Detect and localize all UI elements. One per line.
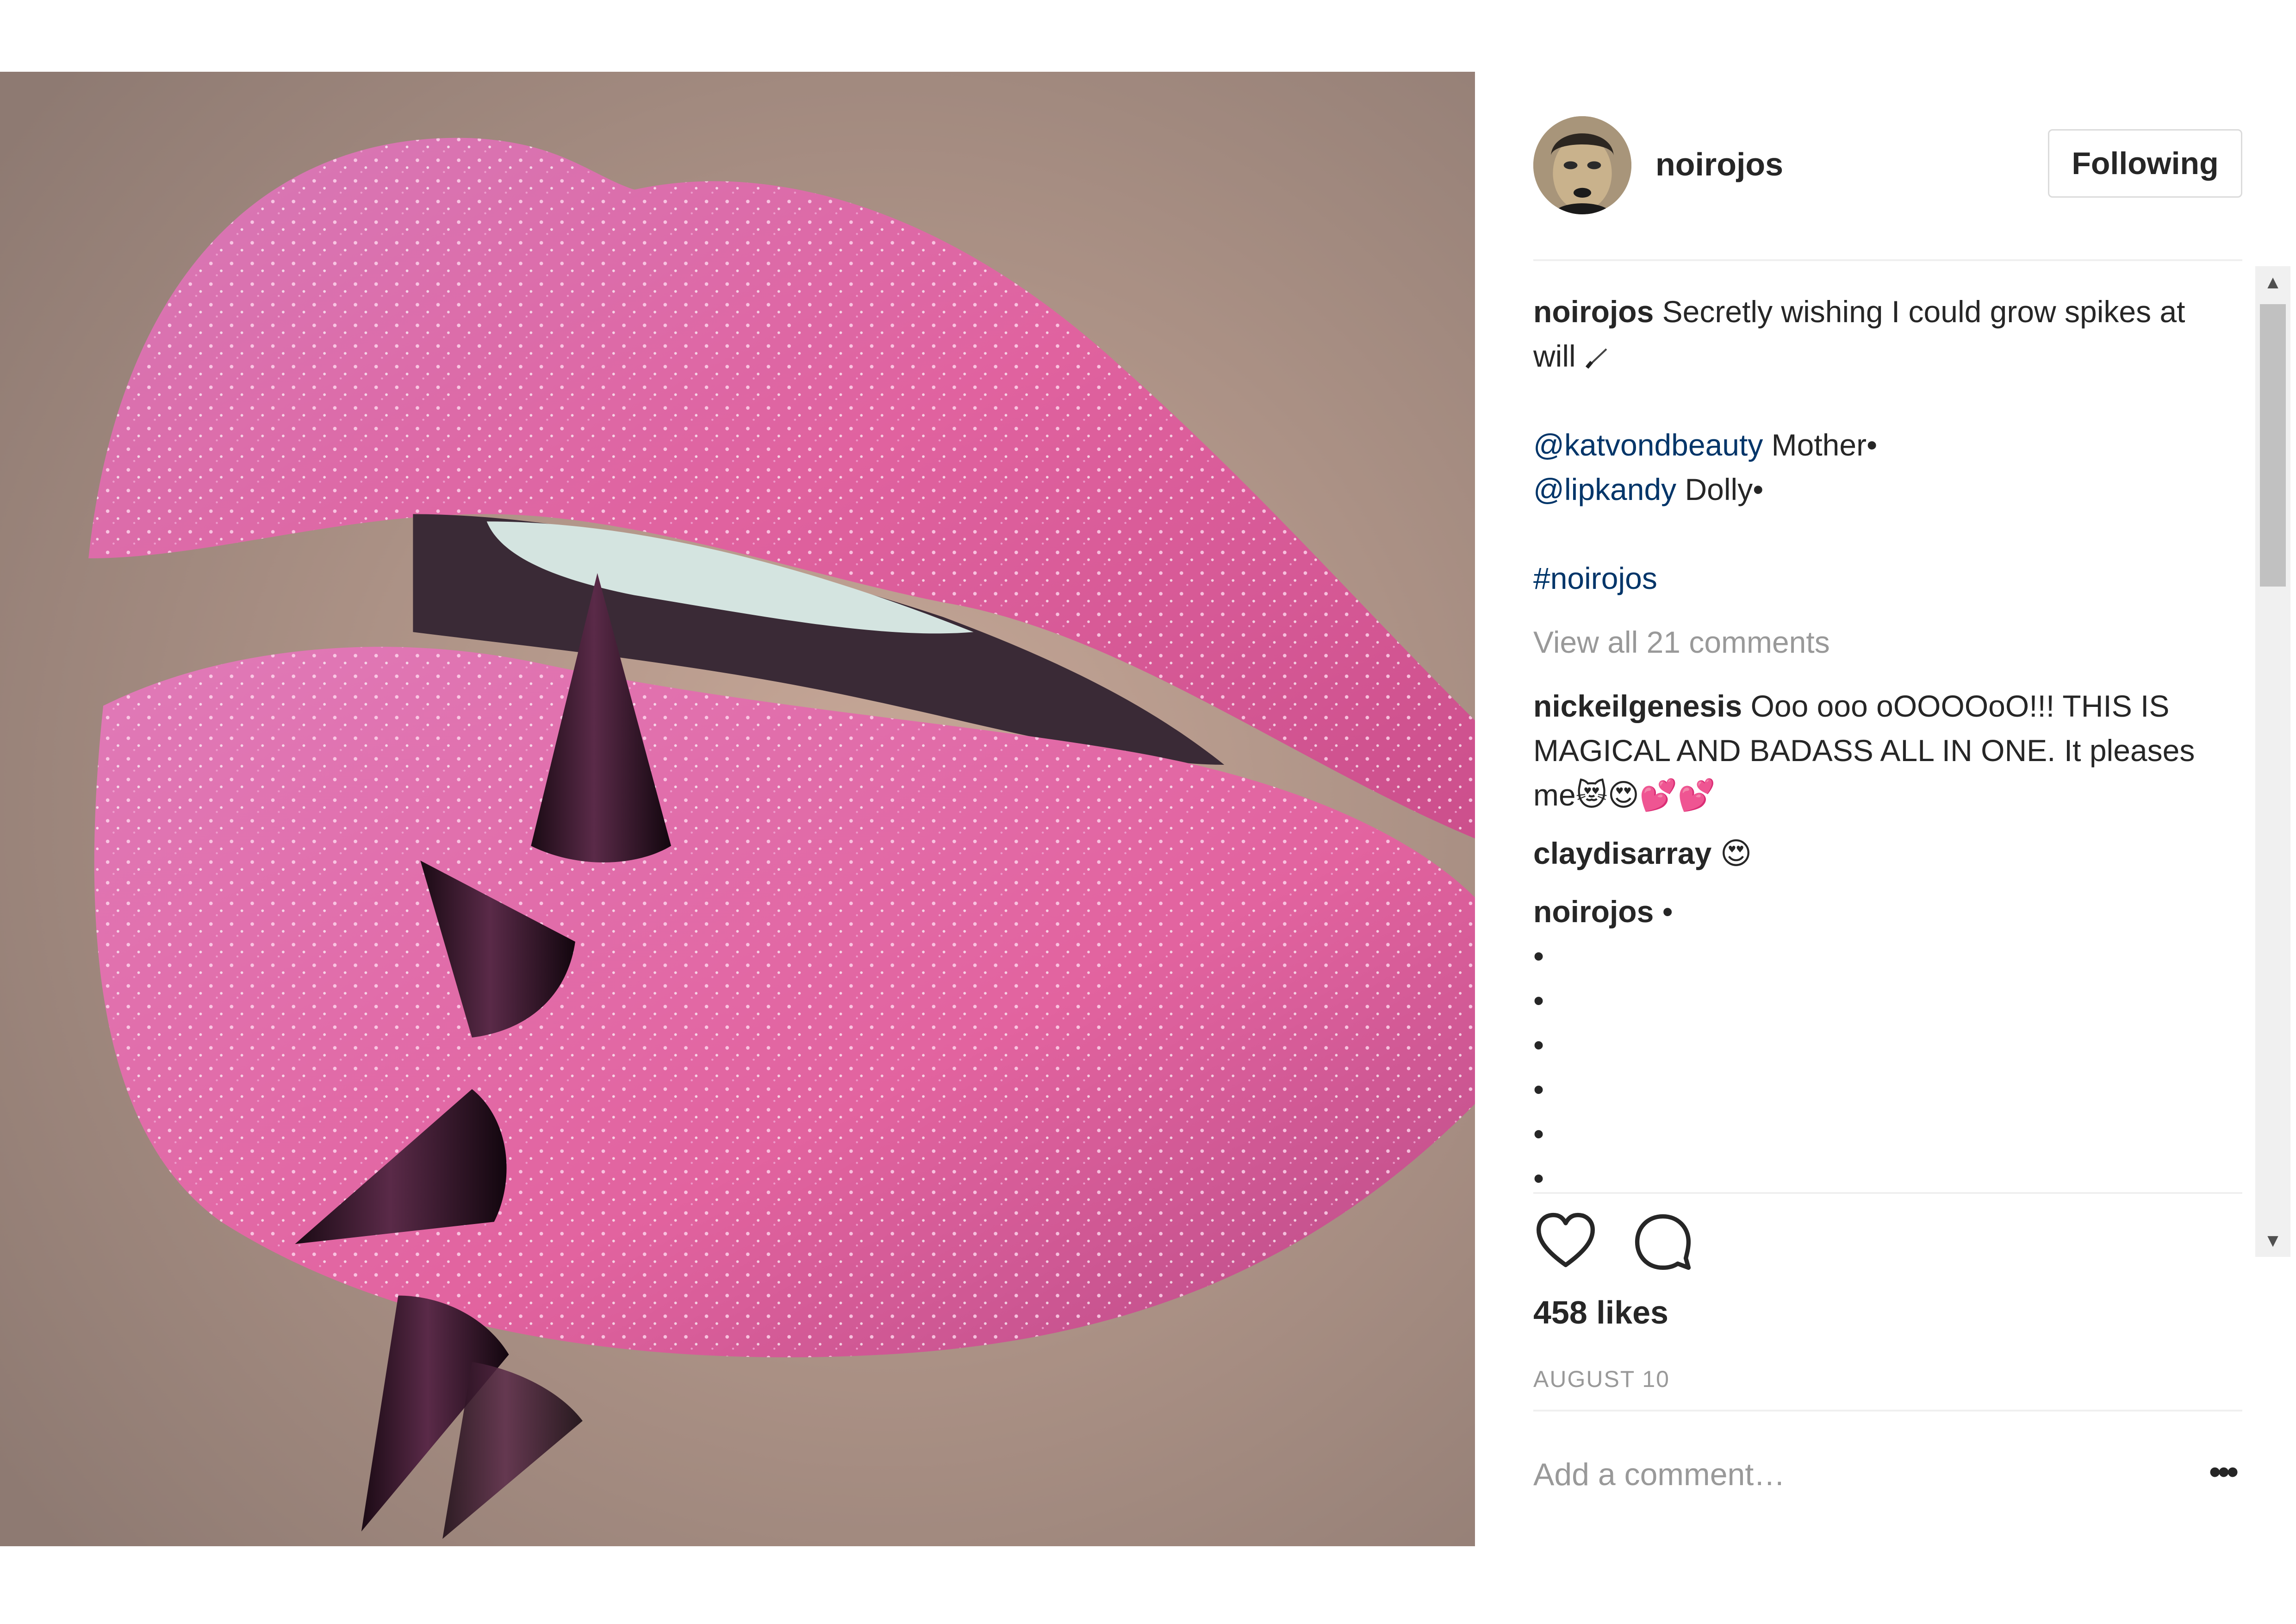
avatar-image — [1533, 116, 1631, 214]
mention-line-2: @lipkandy Dolly• — [1533, 467, 2195, 512]
post-details-panel: noirojos Following noirojos Secretly wis… — [1475, 72, 2296, 1546]
comments-list[interactable]: noirojos Secretly wishing I could grow s… — [1533, 289, 2195, 1234]
mention-link-katvondbeauty[interactable]: @katvondbeauty — [1533, 428, 1763, 462]
comment-bubble-icon[interactable] — [1630, 1208, 1695, 1273]
heart-icon[interactable] — [1533, 1208, 1598, 1273]
scroll-down-arrow-icon[interactable]: ▼ — [2255, 1224, 2290, 1257]
mention-text-1: Mother• — [1763, 428, 1878, 462]
post-actions — [1533, 1208, 1765, 1278]
brush-icon — [1584, 339, 1612, 373]
comments-scrollbar[interactable]: ▲ ▼ — [2255, 266, 2290, 1257]
avatar[interactable] — [1533, 116, 1631, 214]
actions-divider — [1533, 1192, 2242, 1194]
comment: noirojos • — [1533, 889, 2195, 934]
scroll-up-arrow-icon[interactable]: ▲ — [2255, 266, 2290, 299]
caption-username[interactable]: noirojos — [1533, 294, 1654, 329]
post-author-username[interactable]: noirojos — [1655, 146, 1783, 183]
comment-dot-line: • — [1533, 1117, 1544, 1151]
view-all-comments-link[interactable]: View all 21 comments — [1533, 620, 2195, 664]
lips-photo-image — [0, 72, 1475, 1546]
caption: noirojos Secretly wishing I could grow s… — [1533, 289, 2195, 378]
header-divider — [1533, 259, 2242, 261]
post-photo[interactable] — [0, 72, 1475, 1546]
add-comment-input[interactable] — [1533, 1447, 2144, 1502]
comment-dot-line: • — [1533, 983, 1544, 1018]
scrollbar-thumb[interactable] — [2260, 304, 2286, 587]
mention-text-2: Dolly• — [1676, 472, 1764, 506]
comment: nickeilgenesis Ooo ooo oOOOOoO!!! THIS I… — [1533, 684, 2195, 817]
comment-text: 😍 — [1711, 836, 1752, 870]
post-date: AUGUST 10 — [1533, 1366, 1670, 1392]
comment: claydisarray 😍 — [1533, 831, 2195, 875]
hashtag-line: #noirojos — [1533, 556, 2195, 600]
mention-link-lipkandy[interactable]: @lipkandy — [1533, 472, 1676, 506]
hashtag-link[interactable]: #noirojos — [1533, 561, 1657, 595]
comment-dot-line: • — [1533, 1028, 1544, 1062]
more-options-icon[interactable]: ••• — [2197, 1449, 2248, 1500]
comment-divider — [1533, 1410, 2242, 1412]
comment-username[interactable]: claydisarray — [1533, 836, 1711, 870]
comment-text: • — [1654, 894, 1673, 929]
like-count[interactable]: 458 likes — [1533, 1294, 1668, 1331]
following-button[interactable]: Following — [2048, 129, 2242, 198]
comment-dot-line: • — [1533, 939, 1544, 973]
comment-username[interactable]: nickeilgenesis — [1533, 689, 1742, 723]
mention-line-1: @katvondbeauty Mother• — [1533, 423, 2195, 467]
comment-username[interactable]: noirojos — [1533, 894, 1654, 929]
post-header: noirojos Following — [1533, 116, 2242, 214]
comment-dot-line: • — [1533, 1072, 1544, 1106]
